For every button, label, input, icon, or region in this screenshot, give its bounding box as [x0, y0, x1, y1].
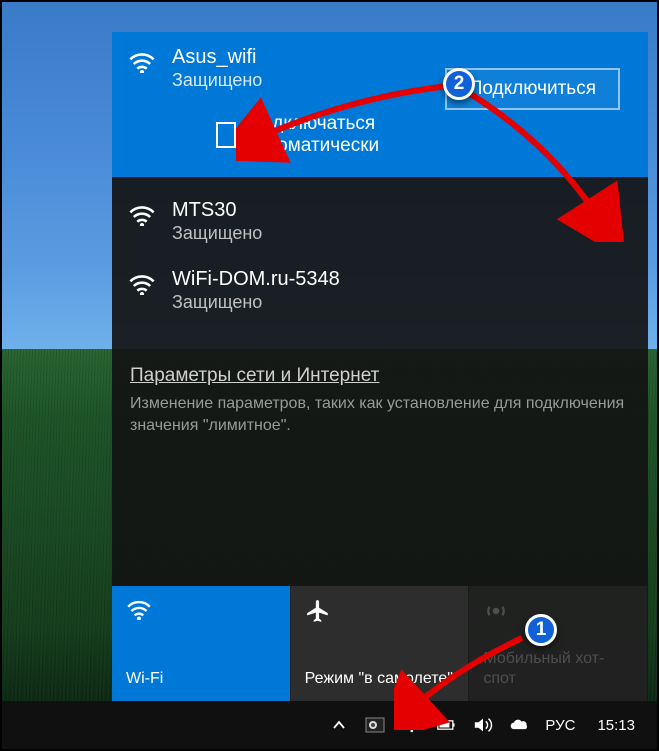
tray-battery-icon[interactable]	[437, 715, 457, 735]
network-name: Asus_wifi	[172, 46, 445, 69]
tile-airplane[interactable]: Режим "в самолете"	[291, 586, 470, 701]
annotation-badge-2: 2	[443, 68, 475, 100]
network-settings-link[interactable]: Параметры сети и Интернет	[130, 365, 630, 387]
network-status: Защищено	[172, 292, 632, 313]
network-name: MTS30	[172, 199, 632, 222]
airplane-icon	[305, 598, 331, 620]
taskbar: * РУС 15:13	[2, 701, 657, 749]
wifi-icon	[128, 50, 156, 74]
tile-wifi[interactable]: Wi-Fi	[112, 586, 291, 701]
tray-network-icon[interactable]: *	[401, 715, 421, 735]
svg-text:*: *	[401, 715, 405, 725]
network-name: WiFi-DOM.ru-5348	[172, 268, 632, 291]
quick-action-tiles: Wi-Fi Режим "в самолете" Мобильный хот-с…	[112, 586, 648, 701]
tray-volume-icon[interactable]	[473, 715, 493, 735]
wifi-icon	[128, 272, 156, 296]
network-status: Защищено	[172, 223, 632, 244]
tray-language[interactable]: РУС	[545, 717, 575, 734]
network-settings-section: Параметры сети и Интернет Изменение пара…	[112, 345, 648, 452]
tile-hotspot: Мобильный хот-спот	[469, 586, 648, 701]
network-item-selected[interactable]: Asus_wifi Защищено Подключаться автомати…	[112, 32, 648, 177]
tile-label: Wi-Fi	[126, 669, 276, 689]
tray-app-icon[interactable]	[365, 715, 385, 735]
network-item[interactable]: MTS30 Защищено	[112, 185, 648, 254]
hotspot-icon	[483, 598, 509, 620]
annotation-badge-1: 1	[525, 614, 557, 646]
tray-clock[interactable]: 15:13	[597, 717, 635, 734]
tray-onedrive-icon[interactable]	[509, 715, 529, 735]
wifi-icon	[128, 203, 156, 227]
auto-connect-label: Подключаться автоматически	[248, 113, 444, 157]
network-status: Защищено	[172, 70, 445, 91]
network-settings-description: Изменение параметров, таких как установл…	[130, 393, 630, 436]
tile-label: Режим "в самолете"	[305, 669, 455, 689]
wifi-icon	[126, 598, 152, 620]
network-item[interactable]: WiFi-DOM.ru-5348 Защищено	[112, 254, 648, 323]
tray-chevron-icon[interactable]	[329, 715, 349, 735]
tile-label: Мобильный хот-спот	[483, 649, 633, 689]
auto-connect-checkbox[interactable]	[216, 122, 236, 148]
network-flyout: Asus_wifi Защищено Подключаться автомати…	[112, 32, 648, 701]
